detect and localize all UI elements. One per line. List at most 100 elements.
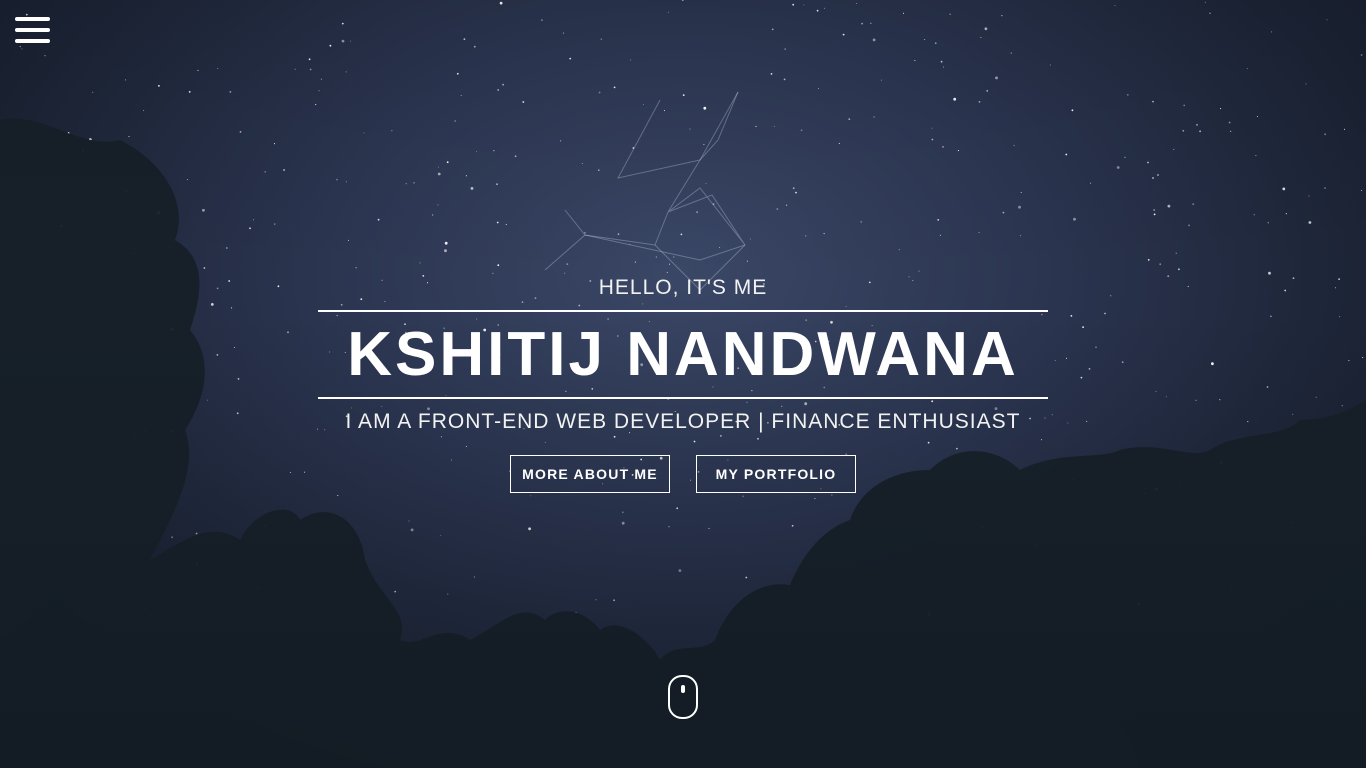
my-portfolio-button[interactable]: MY PORTFOLIO — [696, 455, 856, 493]
star — [663, 110, 666, 112]
star — [803, 4, 805, 6]
star — [1104, 312, 1106, 315]
star — [1192, 203, 1195, 206]
hero-name: KSHITIJ NANDWANA — [347, 320, 1019, 389]
star — [349, 40, 352, 42]
star — [1230, 130, 1232, 132]
star — [848, 118, 851, 120]
star — [363, 132, 365, 134]
star — [405, 183, 407, 185]
star — [1271, 31, 1273, 33]
star — [1152, 177, 1154, 179]
star — [437, 166, 440, 168]
star — [473, 45, 476, 48]
star — [1220, 108, 1222, 110]
star — [755, 125, 757, 127]
star — [939, 234, 942, 236]
star — [294, 68, 296, 70]
star — [203, 267, 206, 269]
star — [872, 38, 876, 42]
star — [924, 39, 926, 41]
star — [978, 101, 981, 103]
hamburger-menu-icon[interactable] — [15, 17, 50, 44]
star — [1114, 4, 1116, 7]
star — [949, 13, 951, 15]
star — [703, 106, 707, 110]
star — [437, 204, 439, 206]
star — [1256, 116, 1258, 118]
star — [786, 204, 788, 206]
star — [1175, 252, 1177, 254]
star — [1282, 187, 1286, 191]
star — [634, 261, 636, 263]
star — [225, 247, 228, 249]
star — [1270, 315, 1272, 318]
star — [1285, 213, 1287, 215]
star — [283, 169, 285, 171]
star — [562, 32, 565, 34]
star — [1182, 129, 1185, 132]
star — [530, 495, 532, 497]
star — [1165, 396, 1167, 398]
more-about-me-button[interactable]: MORE ABOUT ME — [510, 455, 670, 493]
star — [465, 175, 467, 177]
star — [613, 599, 615, 602]
star — [514, 155, 517, 158]
star — [473, 576, 476, 578]
star — [804, 402, 808, 406]
star — [630, 59, 632, 61]
star — [408, 520, 410, 522]
constellation-lines — [544, 91, 746, 291]
star — [1116, 166, 1120, 169]
star — [197, 69, 199, 71]
star — [791, 524, 794, 527]
star — [336, 315, 338, 317]
star — [304, 471, 306, 473]
star — [1018, 205, 1021, 209]
star — [351, 407, 353, 409]
star — [315, 104, 317, 106]
star — [984, 27, 988, 31]
star — [1065, 153, 1068, 156]
star — [831, 494, 833, 496]
star — [25, 13, 28, 16]
star — [341, 39, 345, 43]
mouse-scroll-icon[interactable] — [668, 675, 698, 719]
star — [1152, 100, 1154, 103]
star — [792, 187, 795, 190]
name-divider-top — [318, 310, 1048, 312]
star — [497, 264, 500, 267]
star — [746, 401, 748, 403]
star — [613, 435, 616, 438]
star — [564, 272, 566, 274]
star — [1308, 195, 1310, 197]
star — [497, 89, 500, 91]
star — [861, 22, 863, 25]
star — [320, 78, 322, 80]
star — [1073, 217, 1076, 221]
star — [1361, 189, 1363, 192]
star — [942, 146, 944, 148]
star — [1173, 148, 1175, 150]
star — [845, 306, 847, 308]
star — [1188, 224, 1190, 227]
star — [595, 599, 597, 601]
star — [446, 161, 449, 164]
star — [622, 511, 624, 513]
star — [440, 534, 442, 537]
star — [394, 590, 397, 593]
star — [1305, 83, 1307, 85]
star — [751, 390, 753, 392]
star — [541, 19, 543, 21]
star — [581, 162, 583, 165]
star — [432, 214, 434, 216]
star — [239, 131, 242, 133]
star — [492, 272, 494, 274]
star — [450, 459, 453, 461]
star — [289, 471, 292, 473]
star — [249, 227, 251, 230]
name-divider-bottom — [318, 397, 1048, 399]
star — [1159, 263, 1162, 266]
star — [1071, 109, 1074, 112]
star — [329, 44, 332, 47]
